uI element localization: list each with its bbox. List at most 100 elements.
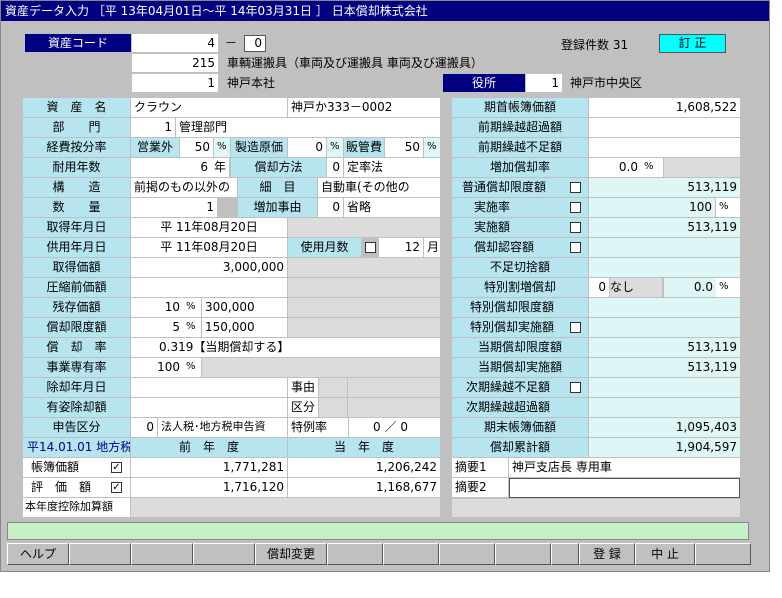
book-cur[interactable]: 1,206,242 <box>288 458 440 477</box>
next-over-value <box>589 398 740 417</box>
special-rate-input[interactable]: 0.0 <box>664 278 716 297</box>
asset-name2-input[interactable]: 神戸か333－0002 <box>288 98 440 117</box>
alloc3-input[interactable]: 50 <box>385 138 423 157</box>
use-months-input[interactable]: 12 <box>379 238 423 257</box>
begin-value[interactable]: 1,608,522 <box>589 98 740 117</box>
paid-input[interactable] <box>131 398 287 417</box>
memo1-input[interactable]: 神戸支店長 専用車 <box>509 458 740 477</box>
disposal-label: 除却年月日 <box>23 378 130 397</box>
f8-button[interactable] <box>439 543 495 565</box>
special-rate-value[interactable]: 0 ／ 0 <box>349 418 440 437</box>
method-code-input[interactable]: 0 <box>327 158 343 177</box>
next-short-checkbox[interactable] <box>570 382 581 393</box>
qty-input[interactable]: 1 <box>131 198 217 217</box>
right-bottom-spacer <box>452 499 740 517</box>
dept-code-input[interactable]: 1 <box>131 118 175 137</box>
mode-badge: 訂 正 <box>659 34 726 53</box>
depr-change-button[interactable]: 償却変更 <box>255 543 327 565</box>
increase-label: 増加事由 <box>238 198 317 217</box>
biz-input[interactable]: 100 <box>131 358 183 377</box>
limit-pct-input[interactable]: 5 <box>131 318 183 337</box>
paid-label: 有姿除却額 <box>23 398 130 417</box>
carry-short-value[interactable] <box>589 138 740 157</box>
f2-button[interactable] <box>69 543 131 565</box>
alloc1-input[interactable]: 50 <box>180 138 213 157</box>
residual-label: 残存価額 <box>23 298 130 317</box>
help-button[interactable]: ヘルプ <box>7 543 69 565</box>
residual-pct-input[interactable]: 10 <box>131 298 183 317</box>
add-rate-label: 増加償却率 <box>452 158 588 177</box>
normal-limit-value: 513,119 <box>589 178 740 197</box>
cur-impl-value: 513,119 <box>589 358 740 377</box>
sp-impl-checkbox[interactable] <box>570 322 581 333</box>
biz-pct-sign: % <box>183 358 201 377</box>
use-months-checkbox[interactable] <box>365 242 376 253</box>
carry-over-value[interactable] <box>589 118 740 137</box>
f7-button[interactable] <box>383 543 439 565</box>
f3-button[interactable] <box>131 543 193 565</box>
end-value: 1,095,403 <box>589 418 740 437</box>
record-count: 登録件数 31 <box>561 38 629 52</box>
cur-limit-label: 当期償却限度額 <box>452 338 588 357</box>
asset-name-input[interactable]: クラウン <box>131 98 287 117</box>
struct-input[interactable]: 前掲のもの以外の <box>131 178 237 197</box>
special-rate-label: 特例率 <box>288 418 348 437</box>
account-code-input[interactable]: 215 <box>132 54 218 72</box>
alloc2-input[interactable]: 0 <box>288 138 326 157</box>
eval-prev[interactable]: 1,716,120 <box>131 478 287 497</box>
compress-spacer <box>288 278 440 297</box>
kubun-input[interactable] <box>319 398 347 417</box>
f10-button[interactable] <box>551 543 579 565</box>
add-rate-pct: % <box>641 158 663 177</box>
impl-amount-checkbox[interactable] <box>570 222 581 233</box>
normal-limit-checkbox[interactable] <box>570 182 581 193</box>
asset-sub-input[interactable]: 0 <box>244 35 266 52</box>
office-code-input[interactable]: 1 <box>132 74 218 92</box>
cancel-button[interactable]: 中 止 <box>635 543 695 565</box>
limit-input[interactable]: 150,000 <box>202 318 287 337</box>
detail-input[interactable]: 自動車(その他の <box>318 178 440 197</box>
f6-button[interactable] <box>327 543 383 565</box>
begin-label: 期首帳簿価額 <box>452 98 588 117</box>
yakusho-code-input[interactable]: 1 <box>526 74 562 92</box>
hist-label: 平14.01.01 地方税 <box>23 438 130 457</box>
use-date-input[interactable]: 平 11年08月20日 <box>131 238 287 257</box>
increase-code-input[interactable]: 0 <box>318 198 343 217</box>
register-button[interactable]: 登 録 <box>579 543 635 565</box>
rate-note: 【当期償却する】 <box>193 340 290 354</box>
app-window: 資産データ入力 ［平 13年04月01日～平 14年03月31日 ］ 日本償却株… <box>0 0 770 572</box>
acq-date-input[interactable]: 平 11年08月20日 <box>131 218 287 237</box>
compress-input[interactable] <box>131 278 287 297</box>
f13-button[interactable] <box>695 543 751 565</box>
add-rate-input[interactable]: 0.0 <box>589 158 641 177</box>
memo2-input[interactable] <box>509 478 740 498</box>
impl-rate-checkbox[interactable] <box>570 202 581 213</box>
life-input[interactable]: 6 <box>131 158 211 177</box>
acq-price-input[interactable]: 3,000,000 <box>131 258 287 277</box>
memo1-label: 摘要1 <box>452 458 508 477</box>
eval-cur[interactable]: 1,168,677 <box>288 478 440 497</box>
alloc1-pct: % <box>214 138 230 157</box>
f9-button[interactable] <box>495 543 551 565</box>
normal-limit-label: 普通償却限度額 <box>452 178 588 197</box>
special-code-input[interactable]: 0 <box>589 278 609 297</box>
f4-button[interactable] <box>193 543 255 565</box>
disposal-input[interactable] <box>131 378 287 397</box>
reason-input[interactable] <box>319 378 347 397</box>
book-prev[interactable]: 1,771,281 <box>131 458 287 477</box>
use-date-label: 供用年月日 <box>23 238 130 257</box>
book-checkbox[interactable]: ✓ <box>111 462 122 473</box>
dept-name: 管理部門 <box>176 118 440 137</box>
approve-label: 償却認容額 <box>452 238 588 257</box>
cur-impl-label: 当期償却実施額 <box>452 358 588 377</box>
residual-spacer <box>288 298 440 317</box>
asset-code-dash: － <box>225 36 238 50</box>
sp-limit-value <box>589 298 740 317</box>
asset-code-input[interactable]: 4 <box>132 34 218 52</box>
residual-input[interactable]: 300,000 <box>202 298 287 317</box>
eval-checkbox[interactable]: ✓ <box>111 482 122 493</box>
report-code-input[interactable]: 0 <box>131 418 157 437</box>
approve-checkbox[interactable] <box>570 242 581 253</box>
special-rate-b: 0 <box>400 420 408 434</box>
yakusho-label: 役所 <box>443 74 525 92</box>
